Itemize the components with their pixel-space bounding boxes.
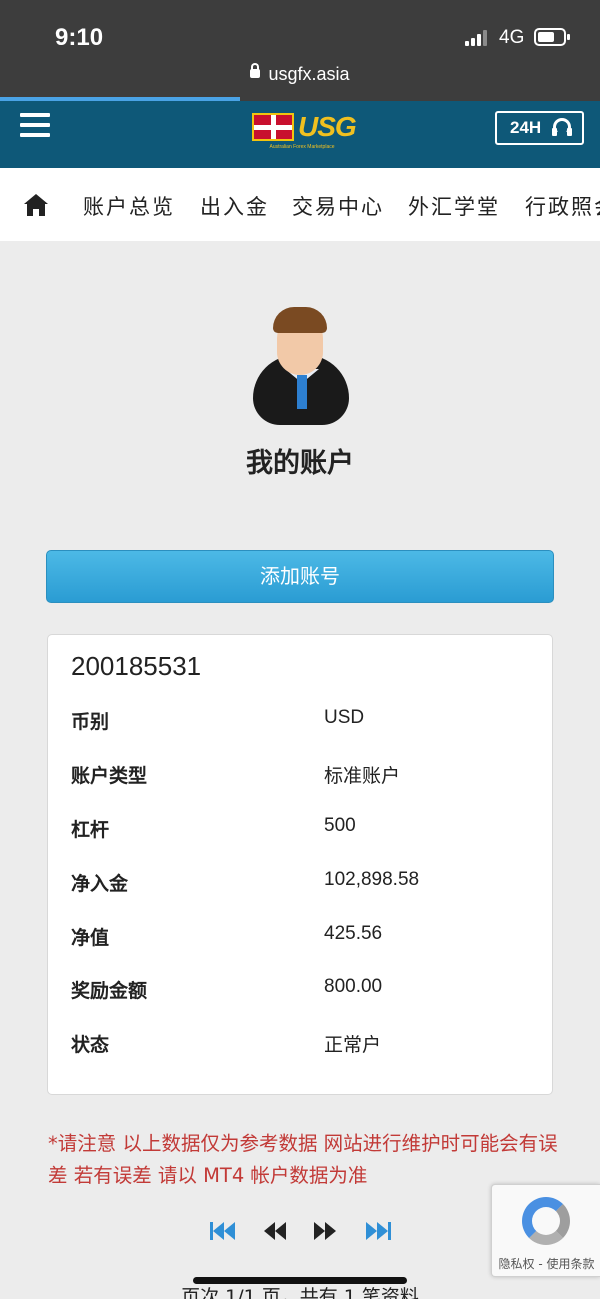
main-nav: 账户总览 出入金 交易中心 外汇学堂 行政照会 xyxy=(0,168,600,241)
account-row-status: 状态 正常户 xyxy=(71,1030,531,1060)
account-row-leverage: 杠杆 500 xyxy=(71,815,531,845)
pagination-info: 页次 1/1 页，共有 1 笔资料 xyxy=(181,1286,419,1299)
service-label: 24H xyxy=(510,118,542,137)
browser-chrome: 9:10 4G usgfx.asia xyxy=(0,0,600,102)
first-page-icon[interactable] xyxy=(210,1222,238,1246)
nav-item-trading-center[interactable]: 交易中心 xyxy=(292,191,384,221)
field-value: USD xyxy=(324,707,365,728)
nav-item-notices[interactable]: 行政照会 xyxy=(525,191,600,221)
page-title: 我的账户 xyxy=(246,448,354,479)
field-label: 状态 xyxy=(71,1034,110,1056)
field-value: 标准账户 xyxy=(324,766,401,787)
status-time: 9:10 xyxy=(55,24,104,51)
usg-logo[interactable]: USG Australian Forex Marketplace xyxy=(252,111,357,153)
home-icon[interactable] xyxy=(24,194,48,216)
nav-item-forex-academy[interactable]: 外汇学堂 xyxy=(408,191,500,221)
field-label: 账户类型 xyxy=(71,765,148,787)
account-number: 200185531 xyxy=(71,651,202,681)
headset-icon xyxy=(552,118,572,136)
recaptcha-icon xyxy=(518,1197,574,1249)
field-value: 425.56 xyxy=(324,923,383,944)
nav-item-account-overview[interactable]: 账户总览 xyxy=(83,191,175,221)
home-indicator xyxy=(193,1277,407,1284)
field-label: 杠杆 xyxy=(71,819,110,841)
recaptcha-terms[interactable]: 隐私权 - 使用条款 xyxy=(492,1255,600,1272)
recaptcha-badge[interactable]: 隐私权 - 使用条款 xyxy=(491,1184,600,1277)
field-label: 净值 xyxy=(71,927,110,949)
account-row-type: 账户类型 标准账户 xyxy=(71,761,531,791)
field-value: 800.00 xyxy=(324,976,383,997)
user-avatar xyxy=(253,305,349,425)
nav-item-deposit-withdraw[interactable]: 出入金 xyxy=(200,191,269,221)
field-label: 奖励金额 xyxy=(71,980,148,1002)
flag-icon xyxy=(252,113,294,141)
account-card: 200185531 币别 USD 账户类型 标准账户 杠杆 500 净入金 102,89… xyxy=(47,634,553,1095)
previous-page-icon[interactable] xyxy=(264,1222,292,1246)
last-page-icon[interactable] xyxy=(366,1222,394,1246)
network-label: 4G xyxy=(499,27,525,48)
lock-icon xyxy=(250,62,261,78)
account-row-currency: 币别 USD xyxy=(71,707,531,737)
hamburger-menu-icon[interactable] xyxy=(20,113,50,139)
logo-tagline: Australian Forex Marketplace xyxy=(269,144,335,150)
field-value: 102,898.58 xyxy=(324,869,420,890)
field-value: 500 xyxy=(324,815,356,836)
account-row-bonus: 奖励金额 800.00 xyxy=(71,976,531,1006)
field-label: 币别 xyxy=(71,711,110,733)
url-text: usgfx.asia xyxy=(268,64,350,84)
field-label: 净入金 xyxy=(71,873,129,895)
add-account-button[interactable]: 添加账号 xyxy=(46,550,554,603)
account-row-equity: 净值 425.56 xyxy=(71,923,531,953)
site-header: USG Australian Forex Marketplace 24H xyxy=(0,101,600,168)
signal-icon xyxy=(465,30,489,46)
next-page-icon[interactable] xyxy=(314,1222,342,1246)
field-value: 正常户 xyxy=(324,1035,382,1056)
logo-text: USG xyxy=(298,111,357,142)
account-row-net-deposit: 净入金 102,898.58 xyxy=(71,869,531,899)
address-bar[interactable]: usgfx.asia xyxy=(0,62,600,85)
battery-icon xyxy=(534,28,570,46)
data-disclaimer: *请注意 以上数据仅为参考数据 网站进行维护时可能会有误差 若有误差 请以 MT… xyxy=(48,1132,558,1187)
customer-service-button[interactable]: 24H xyxy=(495,111,584,145)
